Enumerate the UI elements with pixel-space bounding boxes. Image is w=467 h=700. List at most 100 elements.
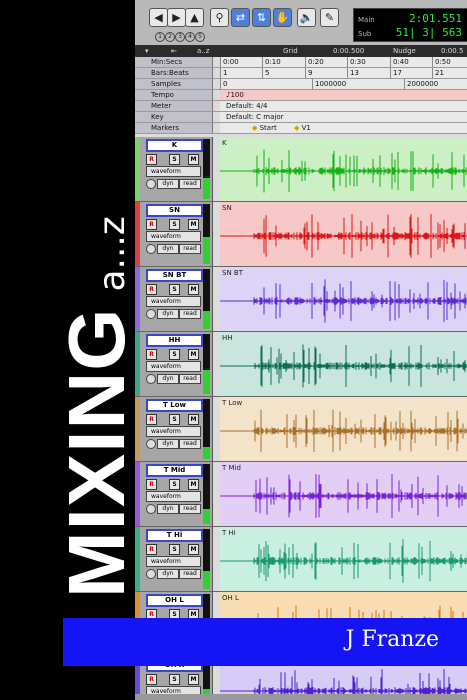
record-enable-button[interactable]: R [146,284,157,295]
vertical-zoom-button[interactable]: ▲ [185,8,204,27]
ruler-label[interactable]: Markers [135,123,213,133]
automation-icon[interactable] [146,179,156,189]
pencil-tool-icon[interactable]: ✎ [320,8,339,27]
marker[interactable]: ◆ V1 [292,123,311,133]
track-view-selector[interactable]: waveform [146,296,201,307]
dyn-button[interactable]: dyn [157,179,179,189]
mute-button[interactable]: M [188,284,199,295]
track-view-selector[interactable]: waveform [146,231,201,242]
ruler-lane[interactable]: 0 1000000 2000000 [220,79,467,89]
grid-value[interactable]: 0:00.500 [333,47,364,55]
selector-tool-icon[interactable]: ⇅ [252,8,271,27]
zoom-preset-2[interactable]: 2 [165,32,175,42]
ruler-lane[interactable]: 1 5 9 13 17 21 [220,68,467,78]
marker[interactable]: ◆ Start [250,123,277,133]
record-enable-button[interactable]: R [146,479,157,490]
track-lane[interactable]: K [220,137,467,201]
zoom-preset-3[interactable]: 3 [175,32,185,42]
track-view-selector[interactable]: waveform [146,361,201,372]
dyn-button[interactable]: dyn [157,569,179,579]
automation-mode-read[interactable]: read [179,309,201,319]
track-list-icon[interactable]: ▾ [145,47,149,55]
mute-button[interactable]: M [188,349,199,360]
automation-mode-read[interactable]: read [179,374,201,384]
solo-button[interactable]: S [169,674,180,685]
solo-button[interactable]: S [169,219,180,230]
zoom-preset-5[interactable]: 5 [195,32,205,42]
ruler-lane[interactable]: Default: 4/4 [220,101,467,111]
zoomer-tool-icon[interactable]: ⚲ [210,8,229,27]
ruler-label[interactable]: Meter [135,101,213,111]
zoom-in-button[interactable]: ▶ [167,8,186,27]
record-enable-button[interactable]: R [146,219,157,230]
dyn-button[interactable]: dyn [157,374,179,384]
ruler-label[interactable]: Samples [135,79,213,89]
sort-icon[interactable]: a..z [197,47,209,55]
ruler-lane[interactable]: Default: C major [220,112,467,122]
record-enable-button[interactable]: R [146,674,157,685]
automation-icon[interactable] [146,309,156,319]
automation-mode-read[interactable]: read [179,504,201,514]
track-lane[interactable]: SN BT [220,267,467,331]
track-view-selector[interactable]: waveform [146,426,201,437]
track-name-button[interactable]: T Mid [146,464,203,477]
ruler-label[interactable]: Min:Secs [135,57,213,67]
dyn-button[interactable]: dyn [157,309,179,319]
track-name-button[interactable]: K [146,139,203,152]
track-view-selector[interactable]: waveform [146,556,201,567]
track-name-button[interactable]: HH [146,334,203,347]
dyn-button[interactable]: dyn [157,504,179,514]
automation-mode-read[interactable]: read [179,439,201,449]
ruler-lane[interactable]: 0:00 0:10 0:20 0:30 0:40 0:50 [220,57,467,67]
track-lane[interactable]: HH [220,332,467,396]
track-name-button[interactable]: SN BT [146,269,203,282]
track-view-selector[interactable]: waveform [146,166,201,177]
solo-button[interactable]: S [169,154,180,165]
automation-icon[interactable] [146,374,156,384]
solo-button[interactable]: S [169,544,180,555]
zoom-out-button[interactable]: ◀ [149,8,168,27]
automation-mode-read[interactable]: read [179,569,201,579]
mute-button[interactable]: M [188,154,199,165]
ruler-lane[interactable]: ◆ Start ◆ V1 [220,123,467,133]
track-view-selector[interactable]: waveform [146,491,201,502]
trim-tool-icon[interactable]: ⇄ [231,8,250,27]
automation-icon[interactable] [146,569,156,579]
automation-mode-read[interactable]: read [179,244,201,254]
ruler-label[interactable]: Bars:Beats [135,68,213,78]
horizontal-scrollbar[interactable] [135,694,467,700]
solo-button[interactable]: S [169,349,180,360]
record-enable-button[interactable]: R [146,544,157,555]
dyn-button[interactable]: dyn [157,244,179,254]
solo-button[interactable]: S [169,479,180,490]
ruler-label[interactable]: Key [135,112,213,122]
mute-button[interactable]: M [188,414,199,425]
track-name-button[interactable]: SN [146,204,203,217]
track-name-button[interactable]: OH L [146,594,203,607]
mute-button[interactable]: M [188,674,199,685]
track-lane[interactable]: T Mid [220,462,467,526]
automation-icon[interactable] [146,504,156,514]
dyn-button[interactable]: dyn [157,439,179,449]
mute-button[interactable]: M [188,219,199,230]
record-enable-button[interactable]: R [146,154,157,165]
ruler-lane[interactable]: ♪100 [220,90,467,100]
mute-button[interactable]: M [188,544,199,555]
track-name-button[interactable]: T Hi [146,529,203,542]
ruler-label[interactable]: Tempo [135,90,213,100]
automation-icon[interactable] [146,244,156,254]
record-enable-button[interactable]: R [146,414,157,425]
nudge-value[interactable]: 0:00.5 [441,47,463,55]
automation-icon[interactable] [146,439,156,449]
track-lane[interactable]: T Low [220,397,467,461]
track-lane[interactable]: SN [220,202,467,266]
solo-button[interactable]: S [169,414,180,425]
mute-button[interactable]: M [188,479,199,490]
automation-mode-read[interactable]: read [179,179,201,189]
track-lane[interactable]: T Hi [220,527,467,591]
record-enable-button[interactable]: R [146,349,157,360]
scrubber-tool-icon[interactable]: 🔈 [297,8,316,27]
zoom-preset-4[interactable]: 4 [185,32,195,42]
track-name-button[interactable]: T Low [146,399,203,412]
zoom-preset-1[interactable]: 1 [155,32,165,42]
